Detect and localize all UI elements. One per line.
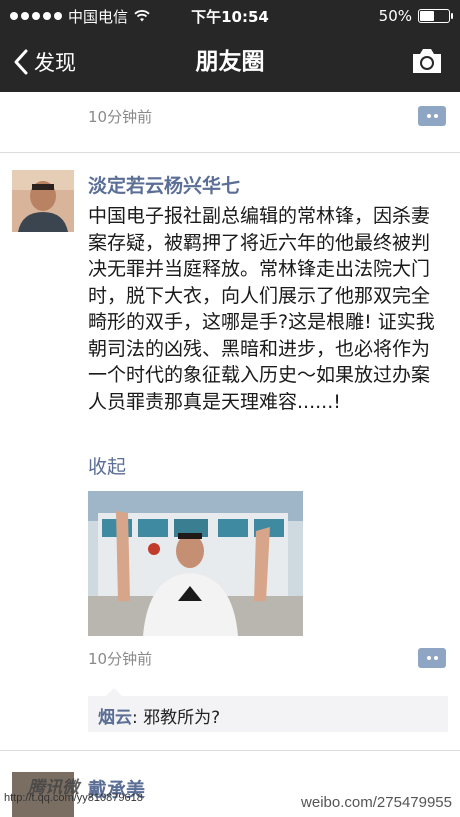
- comment-menu-button[interactable]: [418, 648, 446, 668]
- comment-text: 邪教所为?: [143, 708, 221, 728]
- wechat-moments-screen: 中国电信 下午10:54 50% 发现 朋友圈 10分钟前 淡定若云杨兴华七 中…: [0, 0, 460, 817]
- carrier-label: 中国电信: [68, 7, 129, 26]
- comment-list: 烟云: 邪教所为?: [88, 688, 448, 732]
- signal-strength-icon: [10, 12, 62, 20]
- watermark-url: http://t.qq.com/yy810879618: [4, 792, 143, 804]
- navigation-bar: 发现 朋友圈: [0, 32, 460, 92]
- post-photo[interactable]: [88, 491, 303, 636]
- post-text: 中国电子报社副总编辑的常林锋，因杀妻案存疑，被羁押了将近六年的他最终被判决无罪并…: [88, 205, 435, 413]
- comment-user[interactable]: 烟云: [98, 708, 132, 728]
- chevron-left-icon: [14, 49, 28, 75]
- status-bar: 中国电信 下午10:54 50%: [0, 0, 460, 32]
- comment-item[interactable]: 烟云: 邪教所为?: [98, 703, 438, 728]
- battery-icon: [418, 9, 453, 23]
- collapse-link[interactable]: 收起: [88, 452, 126, 479]
- avatar[interactable]: [12, 170, 74, 232]
- post-time: 10分钟前: [88, 650, 153, 668]
- comment-separator: :: [132, 708, 144, 728]
- battery-percent: 50%: [378, 7, 412, 25]
- watermark-url: weibo.com/275479955: [301, 794, 452, 811]
- camera-icon[interactable]: [410, 46, 444, 76]
- post-divider: [0, 152, 460, 153]
- wifi-icon: [134, 10, 150, 22]
- comment-menu-button[interactable]: [418, 106, 446, 126]
- man-raising-hands-photo: [88, 491, 303, 636]
- battery-level: [420, 11, 434, 21]
- post-divider: [0, 750, 460, 751]
- post-time: 10分钟前: [88, 108, 153, 126]
- prev-post-footer: 10分钟前: [0, 92, 460, 152]
- post-author[interactable]: 淡定若云杨兴华七: [88, 171, 240, 198]
- post-footer: 10分钟前: [0, 646, 460, 676]
- back-button[interactable]: 发现: [12, 32, 76, 92]
- back-label: 发现: [34, 51, 76, 75]
- avatar-photo: [12, 170, 74, 232]
